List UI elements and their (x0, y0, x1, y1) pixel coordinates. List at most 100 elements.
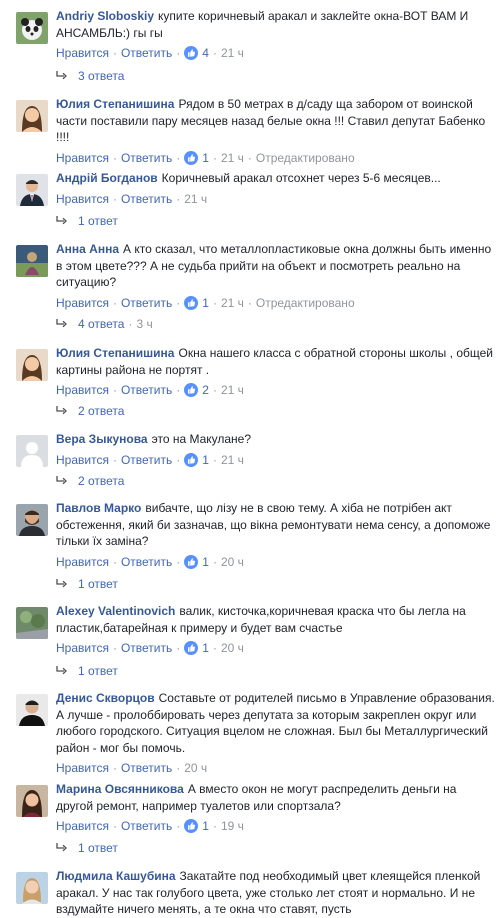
like-button[interactable]: Нравится (56, 555, 109, 569)
separator-dot: · (212, 46, 217, 60)
like-count[interactable]: 1 (202, 819, 209, 833)
like-count[interactable]: 1 (202, 151, 209, 165)
comment-timestamp[interactable]: 20 ч (184, 761, 207, 775)
separator-dot: · (176, 383, 181, 397)
reply-button[interactable]: Ответить (121, 641, 172, 655)
reply-button[interactable]: Ответить (121, 555, 172, 569)
comment-actions: Нравится · Ответить · 20 ч (56, 758, 496, 778)
comment-timestamp[interactable]: 21 ч (221, 453, 244, 467)
replies-toggle[interactable]: 1 ответ (56, 575, 118, 593)
like-count[interactable]: 1 (202, 296, 209, 310)
separator-dot: · (112, 295, 117, 310)
like-button[interactable]: Нравится (56, 761, 109, 775)
reply-button[interactable]: Ответить (121, 296, 172, 310)
nature-avatar (16, 607, 48, 639)
man-dark-avatar (16, 694, 48, 726)
avatar[interactable] (16, 872, 48, 904)
comment-text: Павлов Марко вибачте, що лізу не в свою т… (56, 500, 496, 550)
like-count[interactable]: 2 (202, 383, 209, 397)
comment-author[interactable]: Павлов Марко (56, 501, 141, 515)
separator-dot: · (176, 150, 181, 165)
comment-author[interactable]: Анна Анна (56, 242, 119, 256)
comment-author[interactable]: Людмила Кашубина (56, 869, 176, 883)
woman-dark-avatar (16, 785, 48, 817)
avatar[interactable] (16, 349, 48, 381)
comment-timestamp[interactable]: 21 ч (221, 46, 244, 60)
separator-dot: · (176, 554, 181, 569)
woman-light-avatar (16, 872, 48, 904)
comment-timestamp[interactable]: 21 ч (221, 296, 244, 310)
reply-button[interactable]: Ответить (121, 383, 172, 397)
replies-toggle[interactable]: 1 ответ (56, 839, 118, 857)
like-button[interactable]: Нравится (56, 192, 109, 206)
avatar[interactable] (16, 100, 48, 132)
comment-author[interactable]: Andriy Sloboskiy (56, 9, 154, 23)
replies-count[interactable]: 4 ответа (78, 317, 124, 331)
replies-toggle[interactable]: 2 ответа (56, 472, 124, 490)
edited-label[interactable]: Отредактировано (256, 151, 355, 165)
replies-count[interactable]: 3 ответа (78, 69, 124, 83)
reply-button[interactable]: Ответить (121, 192, 172, 206)
comment-timestamp[interactable]: 21 ч (221, 383, 244, 397)
reply-button[interactable]: Ответить (121, 819, 172, 833)
comment-timestamp[interactable]: 19 ч (221, 819, 244, 833)
replies-toggle[interactable]: 1 ответ (56, 212, 118, 230)
separator-dot: · (212, 452, 217, 467)
comment-author[interactable]: Вера Зыкунова (56, 432, 148, 446)
replies-count[interactable]: 2 ответа (78, 474, 124, 488)
separator-dot: · (112, 554, 117, 569)
comment-content: Юлия Степанишина Рядом в 50 метрах в д/са… (56, 96, 496, 168)
reply-button[interactable]: Ответить (121, 453, 172, 467)
replies-toggle[interactable]: 2 ответа (56, 402, 124, 420)
like-count[interactable]: 1 (202, 641, 209, 655)
avatar[interactable] (16, 607, 48, 639)
comment-author[interactable]: Alexey Valentinovich (56, 604, 175, 618)
default-avatar (16, 435, 48, 467)
comment-text: Людмила Кашубина Закатайте под необходимы… (56, 868, 496, 918)
avatar[interactable] (16, 694, 48, 726)
like-button[interactable]: Нравится (56, 46, 109, 60)
comment-author[interactable]: Марина Овсянникова (56, 782, 184, 796)
comment-author[interactable]: Андрій Богданов (56, 171, 158, 185)
like-button[interactable]: Нравится (56, 151, 109, 165)
comment-timestamp[interactable]: 21 ч (221, 151, 244, 165)
like-count[interactable]: 4 (202, 46, 209, 60)
like-count[interactable]: 1 (202, 453, 209, 467)
reply-button[interactable]: Ответить (121, 151, 172, 165)
replies-count[interactable]: 2 ответа (78, 404, 124, 418)
panda-avatar (16, 12, 48, 44)
avatar[interactable] (16, 435, 48, 467)
edited-label[interactable]: Отредактировано (256, 296, 355, 310)
comment-content: Денис Скворцов Составьте от родителей пис… (56, 690, 496, 778)
separator-dot: · (212, 641, 217, 655)
avatar[interactable] (16, 245, 48, 277)
like-button[interactable]: Нравится (56, 453, 109, 467)
replies-count[interactable]: 1 ответ (78, 841, 118, 855)
reply-button[interactable]: Ответить (121, 46, 172, 60)
replies-toggle[interactable]: 1 ответ (56, 662, 118, 680)
like-button[interactable]: Нравится (56, 383, 109, 397)
avatar[interactable] (16, 785, 48, 817)
replies-count[interactable]: 1 ответ (78, 664, 118, 678)
avatar[interactable] (16, 504, 48, 536)
comment-timestamp[interactable]: 20 ч (221, 641, 244, 655)
comment-timestamp[interactable]: 20 ч (221, 555, 244, 569)
comment-author[interactable]: Денис Скворцов (56, 691, 155, 705)
reply-arrow-icon (56, 473, 68, 485)
comment-timestamp[interactable]: 21 ч (184, 192, 207, 206)
like-button[interactable]: Нравится (56, 819, 109, 833)
like-count[interactable]: 1 (202, 555, 209, 569)
replies-count[interactable]: 1 ответ (78, 577, 118, 591)
replies-count[interactable]: 1 ответ (78, 214, 118, 228)
avatar[interactable] (16, 174, 48, 206)
reply-button[interactable]: Ответить (121, 761, 172, 775)
like-button[interactable]: Нравится (56, 641, 109, 655)
replies-toggle[interactable]: 4 ответа · 3 ч (56, 315, 153, 333)
comment-author[interactable]: Юлия Степанишина (56, 346, 174, 360)
like-button[interactable]: Нравится (56, 296, 109, 310)
reply-arrow-icon (56, 213, 68, 225)
replies-toggle[interactable]: 3 ответа (56, 67, 124, 85)
comment-author[interactable]: Юлия Степанишина (56, 97, 174, 111)
avatar[interactable] (16, 12, 48, 44)
like-badge-icon (184, 383, 199, 397)
